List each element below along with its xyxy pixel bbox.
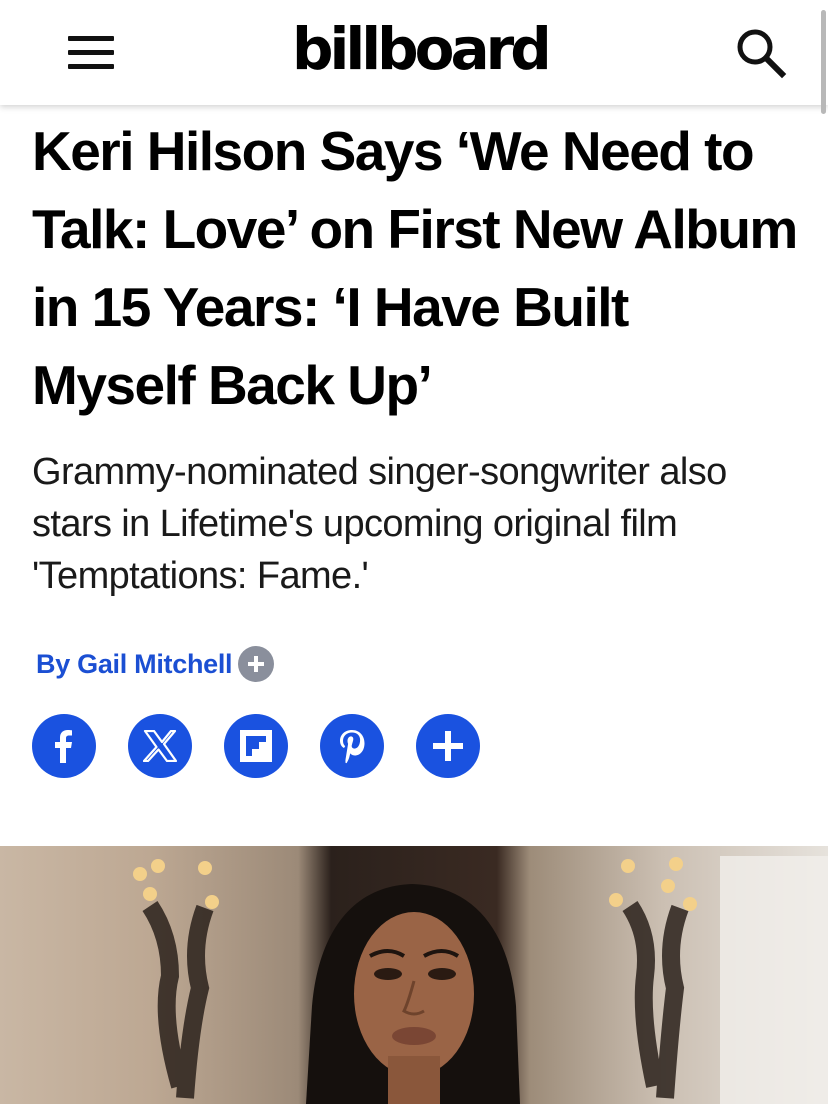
- byline: By Gail Mitchell: [36, 644, 275, 684]
- pinterest-icon: [340, 730, 365, 764]
- wall-sconce-left: [133, 859, 219, 1099]
- search-icon: [737, 29, 787, 79]
- search-button[interactable]: [730, 24, 790, 80]
- plus-icon: [248, 656, 265, 672]
- share-x-button[interactable]: [128, 714, 192, 778]
- scrollbar[interactable]: [821, 10, 826, 114]
- share-more-button[interactable]: [416, 714, 480, 778]
- x-icon: [143, 730, 177, 762]
- author-link[interactable]: By Gail Mitchell: [36, 649, 233, 680]
- share-pinterest-button[interactable]: [320, 714, 384, 778]
- menu-button[interactable]: [62, 30, 120, 76]
- share-flipboard-button[interactable]: [224, 714, 288, 778]
- site-header: billboard: [0, 0, 828, 105]
- share-facebook-button[interactable]: [32, 714, 96, 778]
- hero-image: [0, 846, 828, 1104]
- wall-sconce-right: [609, 857, 697, 1099]
- share-bar: [32, 714, 512, 778]
- billboard-logo[interactable]: billboard: [292, 14, 552, 84]
- plus-icon: [433, 731, 463, 761]
- article-photo: [133, 856, 828, 1104]
- article-dek: Grammy-nominated singer-songwriter also …: [32, 451, 727, 597]
- flipboard-icon: [240, 730, 272, 762]
- facebook-icon: [55, 730, 72, 763]
- hamburger-icon: [68, 36, 114, 41]
- follow-author-button[interactable]: [238, 646, 275, 682]
- article-headline: Keri Hilson Says ‘We Need to Talk: Love’…: [32, 120, 798, 416]
